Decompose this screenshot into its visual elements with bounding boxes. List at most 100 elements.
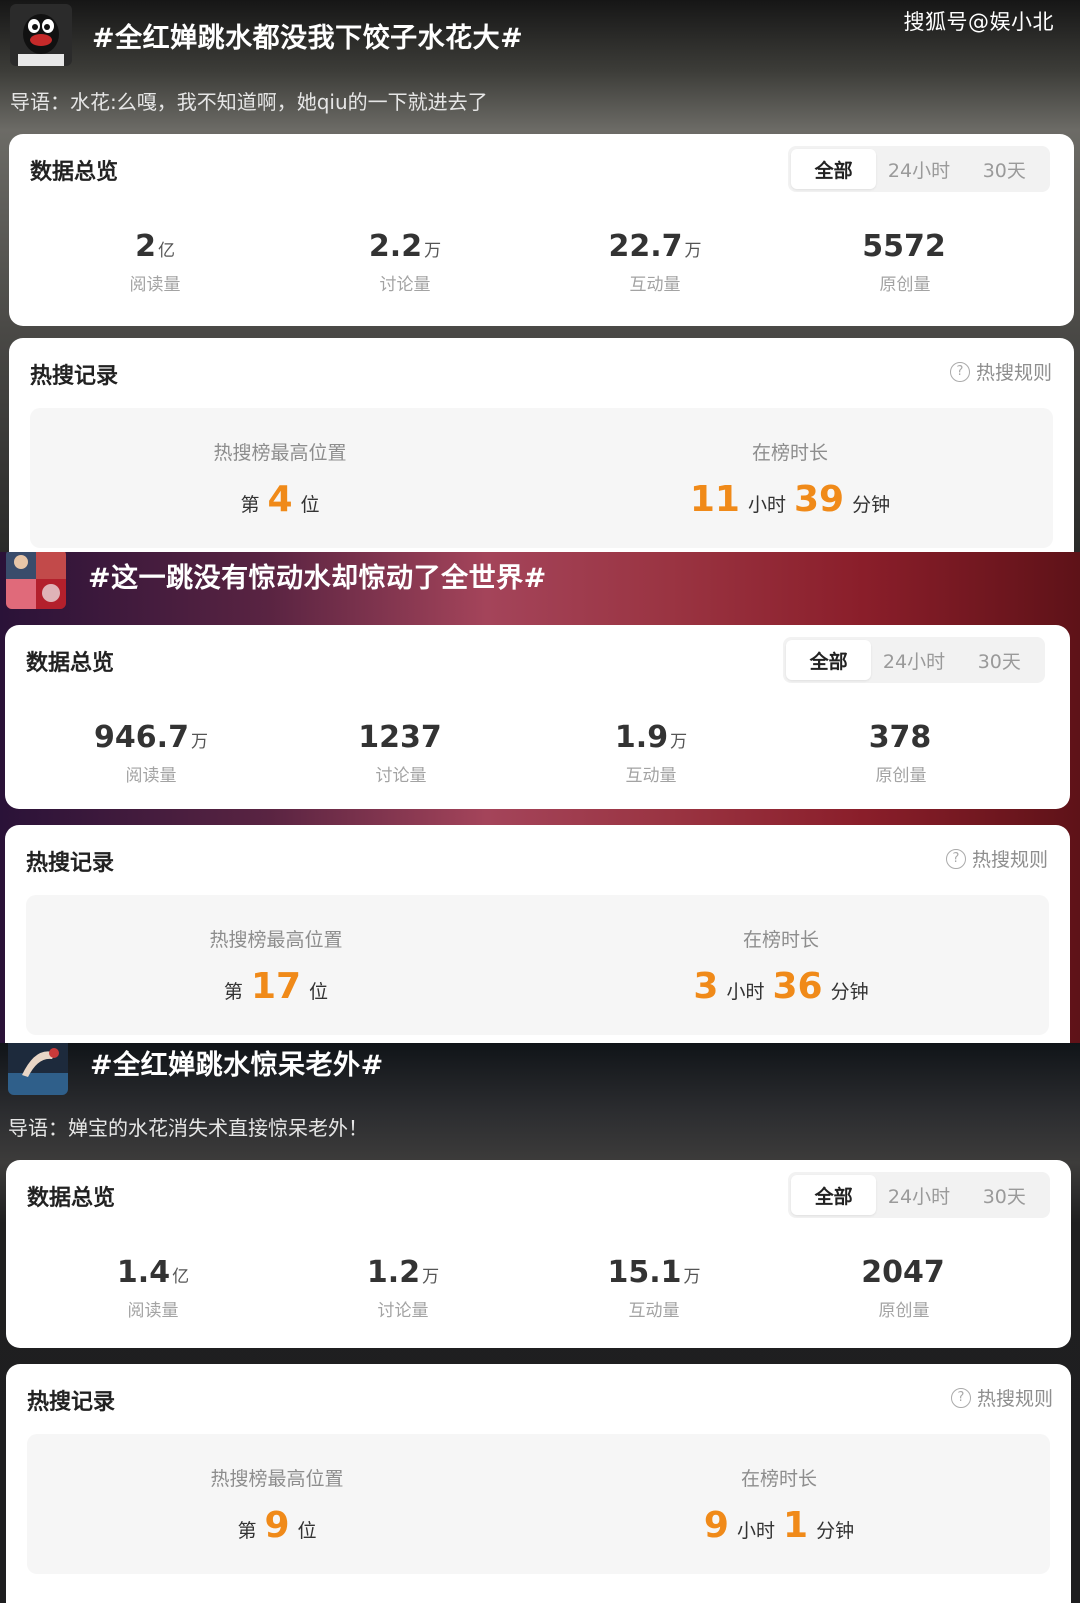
stat-reads: 1.4 亿 阅读量 xyxy=(43,1256,263,1322)
stat-interactions: 22.7 万 互动量 xyxy=(545,229,765,296)
tab-all[interactable]: 全部 xyxy=(791,1175,877,1215)
hot-search-card: 热搜记录 ? 热搜规则 热搜榜最高位置 第 17 位 在榜时长 3 小时 36 xyxy=(5,825,1070,1043)
stat-originals: 5572 原创量 xyxy=(795,229,1015,296)
topic-avatar xyxy=(8,1043,68,1095)
stat-label: 原创量 xyxy=(878,1301,930,1321)
tab-all[interactable]: 全部 xyxy=(791,149,877,189)
tab-24h[interactable]: 24小时 xyxy=(871,640,956,680)
duration-title: 在榜时长 xyxy=(740,1468,817,1490)
stat-interactions: 15.1 万 互动量 xyxy=(544,1255,764,1322)
overview-title: 数据总览 xyxy=(27,1186,116,1211)
hot-search-detail: 热搜榜最高位置 第 4 位 在榜时长 11 小时 39 分钟 xyxy=(30,408,1053,548)
stat-discussions: 1237 讨论量 xyxy=(291,720,511,787)
topic-panel-2: #这一跳没有惊动水却惊动了全世界# 数据总览 全部 24小时 30天 946.7… xyxy=(0,552,1080,1043)
stat-label: 互动量 xyxy=(629,275,681,295)
stat-value: 5572 xyxy=(862,229,946,264)
stat-unit: 亿 xyxy=(157,241,175,261)
topic-title[interactable]: #全红婵跳水惊呆老外# xyxy=(90,1043,384,1082)
hot-search-title: 热搜记录 xyxy=(27,1390,116,1415)
rank-title: 热搜榜最高位置 xyxy=(209,929,343,951)
duration-block: 在榜时长 3 小时 36 分钟 xyxy=(601,895,961,1007)
question-icon: ? xyxy=(945,848,966,869)
tab-all[interactable]: 全部 xyxy=(786,640,872,680)
rank-suffix: 位 xyxy=(309,981,329,1003)
stat-unit: 亿 xyxy=(172,1267,190,1287)
overview-title: 数据总览 xyxy=(26,651,115,676)
stat-value: 1.9 xyxy=(614,720,669,755)
rank-value: 4 xyxy=(267,479,293,520)
question-icon: ? xyxy=(950,1387,971,1408)
rule-label: 热搜规则 xyxy=(976,1388,1053,1410)
stat-unit: 万 xyxy=(670,732,688,752)
tab-30d[interactable]: 30天 xyxy=(957,640,1042,680)
hours-unit: 小时 xyxy=(726,981,765,1003)
tab-24h[interactable]: 24小时 xyxy=(876,149,961,189)
hot-search-rule-link[interactable]: ? 热搜规则 xyxy=(950,1384,1053,1411)
topic-panel-3: #全红婵跳水惊呆老外# 导语：婵宝的水花消失术直接惊呆老外！ 数据总览 全部 2… xyxy=(0,1043,1080,1603)
stat-value: 1237 xyxy=(358,720,442,755)
duration-minutes: 36 xyxy=(772,966,823,1007)
stat-value: 2.2 xyxy=(368,229,423,264)
topic-guide: 导语：水花:么嘎，我不知道啊，她qiu的一下就进去了 xyxy=(10,90,488,114)
topic-avatar xyxy=(6,552,66,609)
stat-value: 2047 xyxy=(861,1255,945,1290)
stat-label: 阅读量 xyxy=(129,275,181,295)
time-range-tabs: 全部 24小时 30天 xyxy=(788,146,1050,192)
duration-hours: 11 xyxy=(689,479,740,520)
topic-avatar xyxy=(10,4,72,66)
stat-label: 讨论量 xyxy=(379,275,431,295)
stat-value: 946.7 xyxy=(94,720,189,755)
stat-label: 讨论量 xyxy=(375,766,427,786)
topic-panel-1: #全红婵跳水都没我下饺子水花大# 搜狐号@娱小北 导语：水花:么嘎，我不知道啊，… xyxy=(0,0,1080,552)
time-range-tabs: 全部 24小时 30天 xyxy=(783,637,1045,683)
duration-block: 在榜时长 9 小时 1 分钟 xyxy=(599,1434,959,1546)
stat-interactions: 1.9 万 互动量 xyxy=(541,720,761,787)
stat-unit: 万 xyxy=(424,241,442,261)
stat-unit: 万 xyxy=(422,1267,440,1287)
rule-label: 热搜规则 xyxy=(971,849,1048,871)
minutes-unit: 分钟 xyxy=(830,981,869,1003)
rank-suffix: 位 xyxy=(300,494,320,516)
topic-title[interactable]: #全红婵跳水都没我下饺子水花大# xyxy=(92,16,523,55)
stat-discussions: 1.2 万 讨论量 xyxy=(293,1255,513,1322)
topic-title[interactable]: #这一跳没有惊动水却惊动了全世界# xyxy=(88,556,547,595)
stat-value: 22.7 xyxy=(608,229,683,264)
stat-reads: 946.7 万 阅读量 xyxy=(41,720,261,787)
overview-card: 数据总览 全部 24小时 30天 2亿 阅读量 2.2 万 讨论量 22.7 万 互… xyxy=(9,134,1074,326)
rank-value: 9 xyxy=(264,1505,290,1546)
hot-search-detail: 热搜榜最高位置 第 17 位 在榜时长 3 小时 36 分钟 xyxy=(26,895,1049,1035)
rank-block: 热搜榜最高位置 第 4 位 xyxy=(100,408,460,520)
tab-24h[interactable]: 24小时 xyxy=(876,1175,961,1215)
overview-card: 数据总览 全部 24小时 30天 1.4 亿 阅读量 1.2 万 讨论量 15.1 万… xyxy=(6,1160,1071,1348)
rank-suffix: 位 xyxy=(297,1520,317,1542)
hot-search-title: 热搜记录 xyxy=(30,364,119,389)
hot-search-rule-link[interactable]: ? 热搜规则 xyxy=(949,358,1052,385)
rank-title: 热搜榜最高位置 xyxy=(210,1468,344,1490)
overview-title: 数据总览 xyxy=(30,160,119,185)
stat-value: 378 xyxy=(868,720,932,755)
stat-label: 讨论量 xyxy=(377,1301,429,1321)
rank-title: 热搜榜最高位置 xyxy=(213,442,347,464)
hot-search-rule-link[interactable]: ? 热搜规则 xyxy=(945,845,1048,872)
watermark: 搜狐号@娱小北 xyxy=(903,10,1054,34)
duration-title: 在榜时长 xyxy=(751,442,828,464)
topic-guide: 导语：婵宝的水花消失术直接惊呆老外！ xyxy=(8,1116,368,1140)
tab-30d[interactable]: 30天 xyxy=(962,149,1047,189)
stat-originals: 2047 原创量 xyxy=(794,1255,1014,1322)
stat-discussions: 2.2 万 讨论量 xyxy=(295,229,515,296)
stat-unit: 万 xyxy=(684,241,702,261)
overview-card: 数据总览 全部 24小时 30天 946.7 万 阅读量 1237 讨论量 1.9… xyxy=(5,625,1070,809)
diver-photo-icon xyxy=(8,1043,68,1095)
hot-search-detail: 热搜榜最高位置 第 9 位 在榜时长 9 小时 1 分钟 xyxy=(27,1434,1050,1574)
stat-reads: 2亿 阅读量 xyxy=(45,230,265,296)
stat-label: 互动量 xyxy=(628,1301,680,1321)
tab-30d[interactable]: 30天 xyxy=(962,1175,1047,1215)
stat-value: 15.1 xyxy=(607,1255,682,1290)
hot-search-card: 热搜记录 ? 热搜规则 热搜榜最高位置 第 9 位 在榜时长 9 小时 1 分钟 xyxy=(6,1364,1071,1603)
penguin-icon xyxy=(10,4,72,66)
hot-search-card: 热搜记录 ? 热搜规则 热搜榜最高位置 第 4 位 在榜时长 11 小时 39 xyxy=(9,338,1074,552)
stat-value: 1.2 xyxy=(366,1255,421,1290)
stat-originals: 378 原创量 xyxy=(791,720,1011,787)
hours-unit: 小时 xyxy=(736,1520,775,1542)
time-range-tabs: 全部 24小时 30天 xyxy=(788,1172,1050,1218)
